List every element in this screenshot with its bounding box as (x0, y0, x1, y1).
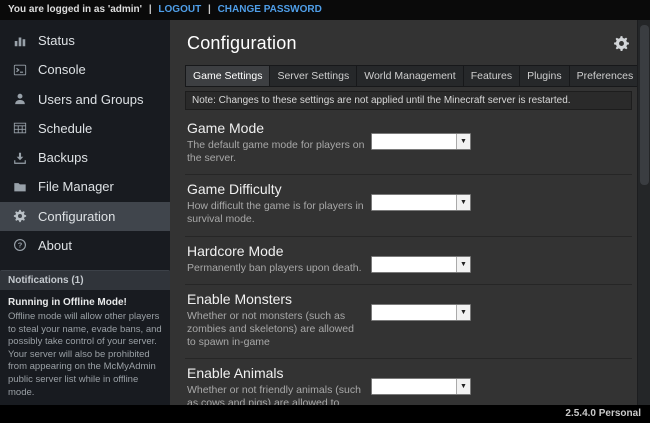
sidebar-item-configuration[interactable]: Configuration (0, 202, 170, 231)
setting-row-game-difficulty: Game Difficulty How difficult the game i… (185, 174, 632, 235)
notification-item: Running in Offline Mode! Offline mode wi… (0, 290, 170, 405)
select-value (372, 379, 456, 394)
sidebar-item-file-manager[interactable]: File Manager (0, 172, 170, 201)
sidebar-item-label: About (38, 238, 72, 253)
app-body: Status Console Users and Groups Schedule (0, 20, 650, 405)
logout-link[interactable]: LOGOUT (158, 4, 201, 15)
sidebar-item-backups[interactable]: Backups (0, 143, 170, 172)
tab-plugins[interactable]: Plugins (519, 65, 568, 87)
sidebar-item-label: Status (38, 33, 75, 48)
setting-description: The default game mode for players on the… (187, 139, 365, 165)
setting-description: How difficult the game is for players in… (187, 200, 365, 226)
scrollbar-thumb[interactable] (640, 25, 649, 185)
question-circle-icon: ? (12, 238, 27, 252)
tab-bar: Game Settings Server Settings World Mana… (185, 65, 645, 87)
setting-title: Enable Animals (187, 365, 369, 381)
folder-icon (12, 180, 27, 194)
scrollbar[interactable] (637, 20, 650, 405)
gear-icon (12, 209, 27, 223)
sidebar-item-label: Configuration (38, 209, 115, 224)
select-value (372, 134, 456, 149)
sidebar-item-console[interactable]: Console (0, 55, 170, 84)
page-header: Configuration (185, 20, 632, 65)
sidebar-item-users-and-groups[interactable]: Users and Groups (0, 85, 170, 114)
footer-bar: 2.5.4.0 Personal (0, 405, 650, 423)
game-difficulty-select[interactable]: ▼ (371, 194, 471, 211)
sidebar-item-label: Schedule (38, 121, 92, 136)
chevron-down-icon: ▼ (456, 195, 470, 210)
chevron-down-icon: ▼ (456, 305, 470, 320)
sidebar-item-label: Console (38, 62, 86, 77)
notification-title: Running in Offline Mode! (8, 296, 162, 309)
svg-text:?: ? (17, 241, 22, 250)
enable-monsters-select[interactable]: ▼ (371, 304, 471, 321)
setting-description: Permanently ban players upon death. (187, 262, 365, 275)
schedule-icon (12, 121, 27, 135)
setting-row-game-mode: Game Mode The default game mode for play… (185, 114, 632, 174)
hardcore-mode-select[interactable]: ▼ (371, 256, 471, 273)
sidebar-item-label: File Manager (38, 179, 114, 194)
sidebar: Status Console Users and Groups Schedule (0, 20, 170, 405)
separator: | (149, 4, 152, 15)
setting-title: Game Mode (187, 120, 369, 136)
tab-preferences[interactable]: Preferences (569, 65, 641, 87)
tab-world-management[interactable]: World Management (356, 65, 462, 87)
tab-server-settings[interactable]: Server Settings (269, 65, 356, 87)
select-value (372, 305, 456, 320)
main-content: Configuration Game Settings Server Setti… (170, 20, 650, 405)
setting-title: Game Difficulty (187, 181, 369, 197)
sidebar-item-label: Backups (38, 150, 88, 165)
version-label: 2.5.4.0 Personal (565, 408, 641, 419)
sidebar-item-status[interactable]: Status (0, 26, 170, 55)
notification-text: Offline mode will allow other players to… (8, 311, 162, 399)
select-value (372, 195, 456, 210)
tab-game-settings[interactable]: Game Settings (185, 65, 269, 87)
backups-icon (12, 151, 27, 165)
page-title: Configuration (187, 33, 297, 54)
chevron-down-icon: ▼ (456, 134, 470, 149)
users-icon (12, 92, 27, 106)
notifications-header: Notifications (1) (0, 270, 170, 290)
chevron-down-icon: ▼ (456, 257, 470, 272)
sidebar-item-label: Users and Groups (38, 92, 144, 107)
setting-title: Hardcore Mode (187, 243, 369, 259)
status-icon (12, 34, 27, 48)
console-icon (12, 63, 27, 77)
logged-in-text: You are logged in as 'admin' (8, 4, 142, 15)
setting-description: Whether or not friendly animals (such as… (187, 384, 365, 405)
game-mode-select[interactable]: ▼ (371, 133, 471, 150)
select-value (372, 257, 456, 272)
settings-gear-button[interactable] (613, 35, 630, 52)
settings-list: Game Mode The default game mode for play… (185, 114, 632, 405)
topbar: You are logged in as 'admin' | LOGOUT | … (0, 0, 650, 20)
restart-note: Note: Changes to these settings are not … (185, 91, 632, 110)
setting-description: Whether or not monsters (such as zombies… (187, 310, 365, 349)
setting-row-hardcore-mode: Hardcore Mode Permanently ban players up… (185, 236, 632, 284)
sidebar-item-about[interactable]: ? About (0, 231, 170, 260)
separator: | (208, 4, 211, 15)
setting-row-enable-monsters: Enable Monsters Whether or not monsters … (185, 284, 632, 358)
change-password-link[interactable]: CHANGE PASSWORD (218, 4, 322, 15)
setting-row-enable-animals: Enable Animals Whether or not friendly a… (185, 358, 632, 405)
chevron-down-icon: ▼ (456, 379, 470, 394)
setting-title: Enable Monsters (187, 291, 369, 307)
enable-animals-select[interactable]: ▼ (371, 378, 471, 395)
sidebar-item-schedule[interactable]: Schedule (0, 114, 170, 143)
tab-features[interactable]: Features (463, 65, 519, 87)
